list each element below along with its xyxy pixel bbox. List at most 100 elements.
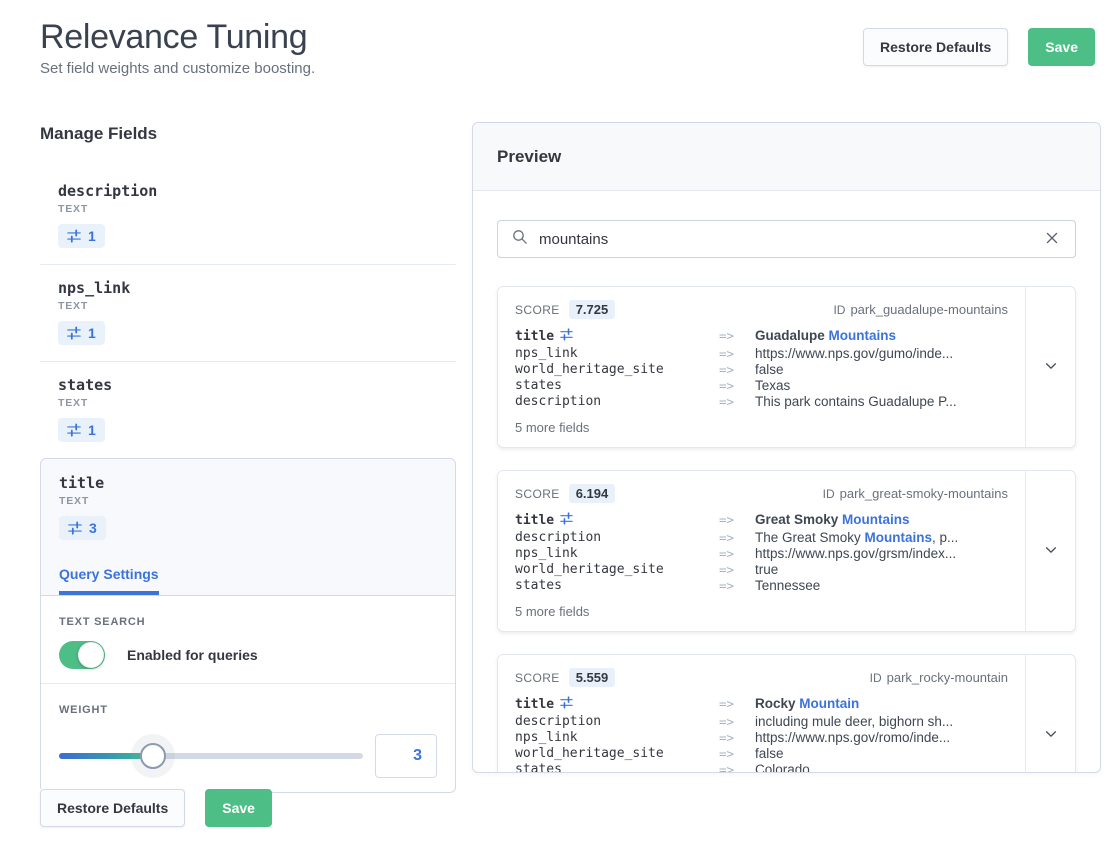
- result-card: SCORE 7.725 ID park_guadalupe-mountains …: [497, 286, 1076, 448]
- arrow-glyph: =>: [719, 730, 755, 746]
- result-field-value: https://www.nps.gov/grsm/index...: [755, 546, 1008, 562]
- result-field-row: states => Texas: [515, 378, 1008, 394]
- sliders-icon: [560, 328, 573, 346]
- result-field-value: The Great Smoky Mountains, p...: [755, 530, 1008, 546]
- result-field-label: nps_link: [515, 546, 578, 562]
- fields-list: description TEXT 1 nps_link TEXT: [40, 168, 456, 793]
- score-badge: 5.559: [569, 668, 616, 687]
- sliders-icon: [560, 512, 573, 530]
- save-button[interactable]: Save: [1028, 28, 1095, 66]
- result-field-label: title: [515, 697, 554, 713]
- weight-badge: 1: [58, 321, 105, 345]
- result-field-row: title => Great Smoky Mountains: [515, 512, 1008, 530]
- result-field-row: nps_link => https://www.nps.gov/grsm/ind…: [515, 546, 1008, 562]
- score-label: SCORE: [515, 671, 560, 685]
- result-field-row: world_heritage_site => false: [515, 746, 1008, 762]
- arrow-glyph: =>: [719, 328, 755, 344]
- result-field-value: Tennessee: [755, 578, 1008, 594]
- field-name: states: [58, 376, 438, 394]
- field-name: description: [58, 182, 438, 200]
- expand-result-button[interactable]: [1026, 287, 1075, 447]
- text-search-section: TEXT SEARCH Enabled for queries: [41, 596, 455, 684]
- field-card-title: title TEXT 3 Query Settings: [40, 458, 456, 793]
- result-field-label: world_heritage_site: [515, 746, 664, 762]
- id-label: ID: [833, 303, 845, 317]
- results-list: SCORE 7.725 ID park_guadalupe-mountains …: [497, 286, 1076, 773]
- result-field-value: true: [755, 562, 1008, 578]
- field-type: TEXT: [58, 397, 438, 409]
- expand-result-button[interactable]: [1026, 471, 1075, 631]
- field-type: TEXT: [58, 203, 438, 215]
- result-field-value: false: [755, 362, 1008, 378]
- save-button-footer[interactable]: Save: [205, 789, 272, 827]
- restore-defaults-button[interactable]: Restore Defaults: [863, 28, 1008, 66]
- result-field-label: description: [515, 394, 601, 410]
- result-field-label: states: [515, 762, 562, 773]
- weight-value: 1: [88, 422, 96, 438]
- result-main: SCORE 7.725 ID park_guadalupe-mountains …: [498, 287, 1025, 447]
- sliders-icon: [67, 229, 81, 243]
- text-search-toggle[interactable]: [59, 641, 105, 669]
- result-field-value: Great Smoky Mountains: [755, 512, 1008, 528]
- weight-number-input[interactable]: 3: [375, 734, 437, 778]
- weight-value: 1: [88, 228, 96, 244]
- tab-query-settings[interactable]: Query Settings: [59, 566, 159, 595]
- result-field-value: Texas: [755, 378, 1008, 394]
- restore-defaults-button-footer[interactable]: Restore Defaults: [40, 789, 185, 827]
- clear-search-button[interactable]: [1043, 229, 1061, 250]
- result-field-label: world_heritage_site: [515, 362, 664, 378]
- result-main: SCORE 5.559 ID park_rocky-mountain title: [498, 655, 1025, 773]
- id-label: ID: [870, 671, 882, 685]
- field-item-description[interactable]: description TEXT 1: [40, 168, 456, 265]
- arrow-glyph: =>: [719, 362, 755, 378]
- id-label: ID: [823, 487, 835, 501]
- preview-body: SCORE 7.725 ID park_guadalupe-mountains …: [473, 191, 1100, 773]
- arrow-glyph: =>: [719, 546, 755, 562]
- weight-slider-thumb[interactable]: [140, 743, 166, 769]
- weight-slider-fill: [59, 753, 153, 759]
- result-field-label: states: [515, 578, 562, 594]
- arrow-glyph: =>: [719, 762, 755, 773]
- result-field-row: states => Colorado: [515, 762, 1008, 773]
- field-name: title: [59, 474, 437, 492]
- chevron-down-icon: [1044, 359, 1058, 376]
- score-label: SCORE: [515, 487, 560, 501]
- arrow-glyph: =>: [719, 714, 755, 730]
- more-fields-link[interactable]: 5 more fields: [515, 604, 1008, 619]
- field-item-states[interactable]: states TEXT 1: [40, 362, 456, 458]
- sliders-icon: [67, 326, 81, 340]
- score-label: SCORE: [515, 303, 560, 317]
- result-side: [1025, 655, 1075, 773]
- field-card-header: title TEXT 3 Query Settings: [41, 459, 455, 596]
- result-field-value: Colorado: [755, 762, 1008, 773]
- result-field-label: title: [515, 329, 554, 345]
- arrow-glyph: =>: [719, 530, 755, 546]
- result-field-value: false: [755, 746, 1008, 762]
- result-id: park_rocky-mountain: [887, 670, 1008, 685]
- manage-fields-section: Manage Fields description TEXT 1 nps_lin…: [40, 124, 456, 793]
- more-fields-link[interactable]: 5 more fields: [515, 420, 1008, 435]
- result-field-value: This park contains Guadalupe P...: [755, 394, 1008, 410]
- result-field-row: world_heritage_site => true: [515, 562, 1008, 578]
- sliders-icon: [68, 521, 82, 535]
- result-field-row: nps_link => https://www.nps.gov/romo/ind…: [515, 730, 1008, 746]
- result-field-row: title => Rocky Mountain: [515, 696, 1008, 714]
- field-name: nps_link: [58, 279, 438, 297]
- expand-result-button[interactable]: [1026, 655, 1075, 773]
- toggle-label: Enabled for queries: [127, 647, 258, 663]
- result-field-label: nps_link: [515, 730, 578, 746]
- result-id: park_great-smoky-mountains: [840, 486, 1008, 501]
- weight-value: 1: [88, 325, 96, 341]
- weight-label: WEIGHT: [59, 704, 437, 716]
- preview-panel: Preview: [472, 122, 1101, 773]
- search-input[interactable]: [539, 231, 1032, 248]
- relevance-tuning-page: Relevance Tuning Set field weights and c…: [0, 0, 1113, 842]
- result-field-label: states: [515, 378, 562, 394]
- field-item-nps-link[interactable]: nps_link TEXT 1: [40, 265, 456, 362]
- result-field-value: Guadalupe Mountains: [755, 328, 1008, 344]
- weight-slider[interactable]: [59, 753, 363, 759]
- result-card: SCORE 5.559 ID park_rocky-mountain title: [497, 654, 1076, 773]
- result-field-label: description: [515, 530, 601, 546]
- result-field-label: nps_link: [515, 346, 578, 362]
- result-field-value: including mule deer, bighorn sh...: [755, 714, 1008, 730]
